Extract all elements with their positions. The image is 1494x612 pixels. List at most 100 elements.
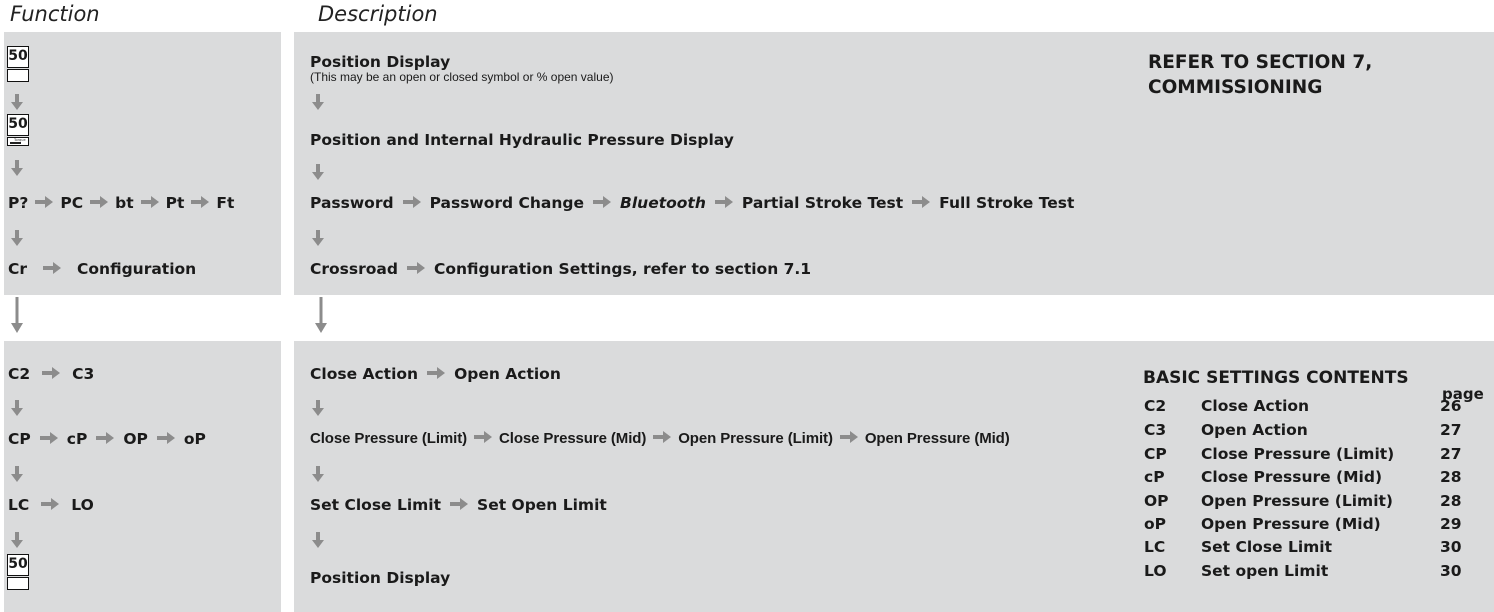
contents-page: 30 bbox=[1440, 538, 1462, 556]
configuration-label: Configuration bbox=[77, 260, 197, 278]
contents-name: Close Pressure (Limit) bbox=[1201, 445, 1395, 463]
down-arrow-icon bbox=[312, 400, 324, 416]
contents-name: Set Close Limit bbox=[1201, 538, 1333, 556]
down-arrow-icon bbox=[11, 94, 23, 110]
contents-code: LO bbox=[1144, 562, 1167, 580]
right-arrow-icon bbox=[653, 431, 671, 443]
contents-code: C3 bbox=[1144, 421, 1167, 439]
blank-display-box bbox=[7, 69, 29, 82]
close-pressure-mid-label: Close Pressure (Mid) bbox=[499, 430, 647, 447]
partial-stroke-label: Partial Stroke Test bbox=[741, 194, 904, 212]
code-p: P? bbox=[8, 194, 29, 212]
refer-line-1: REFER TO SECTION 7, bbox=[1148, 52, 1373, 73]
code-lc: LC bbox=[8, 496, 30, 514]
contents-name: Close Pressure (Mid) bbox=[1201, 468, 1383, 486]
contents-name: Open Action bbox=[1201, 421, 1308, 439]
right-arrow-icon bbox=[40, 432, 58, 444]
function-row-limit: LC LO bbox=[8, 495, 94, 515]
down-arrow-icon bbox=[312, 230, 324, 246]
open-pressure-mid-label: Open Pressure (Mid) bbox=[864, 430, 1010, 447]
function-column-header: Function bbox=[10, 2, 100, 26]
final-position-display-box: 50 bbox=[7, 554, 29, 576]
contents-page: 28 bbox=[1440, 468, 1462, 486]
code-pt: Pt bbox=[165, 194, 185, 212]
code-c2: C2 bbox=[8, 365, 31, 383]
contents-row: C2 Close Action 26 bbox=[1144, 397, 1484, 417]
position-display-note: (This may be an open or closed symbol or… bbox=[310, 70, 614, 84]
torque-bar bbox=[10, 142, 21, 144]
basic-settings-title: BASIC SETTINGS CONTENTS bbox=[1143, 368, 1409, 388]
contents-row: LC Set Close Limit 30 bbox=[1144, 538, 1484, 558]
contents-page: 27 bbox=[1440, 445, 1462, 463]
code-cp-upper: CP bbox=[8, 430, 31, 448]
contents-row: LO Set open Limit 30 bbox=[1144, 562, 1484, 582]
down-arrow-icon bbox=[312, 466, 324, 482]
contents-code: cP bbox=[1144, 468, 1165, 486]
pressure-description: Close Pressure (Limit) Close Pressure (Mi… bbox=[310, 429, 1010, 449]
down-arrow-icon bbox=[312, 532, 324, 548]
right-arrow-icon bbox=[35, 196, 53, 208]
refer-line-2: COMMISSIONING bbox=[1148, 77, 1323, 98]
contents-row: C3 Open Action 27 bbox=[1144, 421, 1484, 441]
right-arrow-icon bbox=[715, 196, 733, 208]
right-arrow-icon bbox=[96, 432, 114, 444]
down-arrow-icon bbox=[11, 466, 23, 482]
set-close-limit-label: Set Close Limit bbox=[310, 496, 442, 514]
description-column-header: Description bbox=[318, 2, 438, 26]
down-arrow-icon bbox=[11, 230, 23, 246]
contents-code: C2 bbox=[1144, 397, 1167, 415]
code-pc: PC bbox=[60, 194, 84, 212]
contents-name: Open Pressure (Limit) bbox=[1201, 492, 1394, 510]
right-arrow-icon bbox=[41, 498, 59, 510]
right-arrow-icon bbox=[42, 367, 60, 379]
full-stroke-label: Full Stroke Test bbox=[939, 194, 1075, 212]
right-arrow-icon bbox=[450, 498, 468, 510]
right-arrow-icon bbox=[403, 196, 421, 208]
contents-row: CP Close Pressure (Limit) 27 bbox=[1144, 445, 1484, 465]
contents-name: Close Action bbox=[1201, 397, 1310, 415]
function-row-password-codes: P? PC bt Pt Ft bbox=[8, 193, 234, 213]
code-lo: LO bbox=[71, 496, 94, 514]
code-op-upper: OP bbox=[123, 430, 148, 448]
right-arrow-icon bbox=[474, 431, 492, 443]
refer-note: REFER TO SECTION 7, COMMISSIONING bbox=[1148, 50, 1372, 100]
contents-name: Set open Limit bbox=[1201, 562, 1329, 580]
code-bt: bt bbox=[115, 194, 134, 212]
crossroad-description: Crossroad Configuration Settings, refer t… bbox=[310, 259, 811, 279]
contents-code: CP bbox=[1144, 445, 1167, 463]
configuration-settings-label: Configuration Settings, refer to section… bbox=[433, 260, 812, 278]
function-row-pressure: CP cP OP oP bbox=[8, 429, 206, 449]
contents-code: OP bbox=[1144, 492, 1169, 510]
right-arrow-icon bbox=[912, 196, 930, 208]
password-change-label: Password Change bbox=[429, 194, 585, 212]
position-display-box: 50 bbox=[7, 46, 29, 68]
code-cp-lower: cP bbox=[66, 430, 88, 448]
final-position-display-description: Position Display bbox=[310, 569, 451, 587]
down-arrow-icon bbox=[312, 164, 324, 180]
code-op-lower: oP bbox=[183, 430, 206, 448]
open-pressure-limit-label: Open Pressure (Limit) bbox=[678, 430, 833, 447]
bluetooth-label: Bluetooth bbox=[620, 194, 706, 212]
pressure-display-description: Position and Internal Hydraulic Pressure… bbox=[310, 131, 734, 149]
code-ft: Ft bbox=[216, 194, 235, 212]
right-arrow-icon bbox=[157, 432, 175, 444]
contents-page: 27 bbox=[1440, 421, 1462, 439]
long-down-arrow-icon bbox=[315, 297, 327, 333]
function-panel-top bbox=[4, 32, 281, 295]
close-pressure-limit-label: Close Pressure (Limit) bbox=[310, 430, 468, 447]
crossroad-label: Crossroad bbox=[310, 260, 398, 278]
contents-page: 30 bbox=[1440, 562, 1462, 580]
right-arrow-icon bbox=[141, 196, 159, 208]
pressure-display-box: 50 bbox=[7, 114, 29, 136]
contents-name: Open Pressure (Mid) bbox=[1201, 515, 1381, 533]
contents-row: cP Close Pressure (Mid) 28 bbox=[1144, 468, 1484, 488]
down-arrow-icon bbox=[11, 532, 23, 548]
password-flow-description: Password Password Change Bluetooth Partial … bbox=[310, 193, 1074, 213]
password-label: Password bbox=[310, 194, 394, 212]
right-arrow-icon bbox=[840, 431, 858, 443]
right-arrow-icon bbox=[593, 196, 611, 208]
limit-description: Set Close Limit Set Open Limit bbox=[310, 495, 607, 515]
contents-page: 29 bbox=[1440, 515, 1462, 533]
function-row-action: C2 C3 bbox=[8, 364, 94, 384]
final-blank-display-box bbox=[7, 577, 29, 590]
